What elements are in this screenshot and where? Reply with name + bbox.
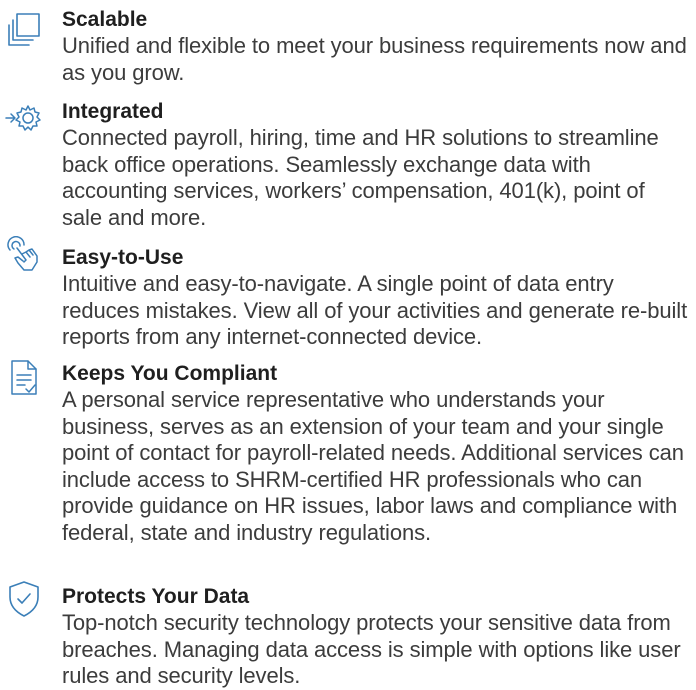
feature-title: Keeps You Compliant <box>62 362 278 385</box>
feature-description: Connected payroll, hiring, time and HR s… <box>62 125 659 230</box>
feature-title: Easy-to-Use <box>62 246 184 269</box>
feature-title: Integrated <box>62 100 164 123</box>
shield-check-icon <box>4 579 44 619</box>
document-check-icon <box>4 358 44 398</box>
scalable-icon <box>4 10 44 50</box>
feature-description: Unified and flexible to meet your busine… <box>62 33 687 85</box>
feature-title: Protects Your Data <box>62 585 250 608</box>
feature-description: Top-notch security technology protects y… <box>62 610 681 688</box>
feature-description: Intuitive and easy-to-navigate. A single… <box>62 271 688 349</box>
feature-description: A personal service representative who un… <box>62 387 684 545</box>
feature-title: Scalable <box>62 8 148 31</box>
pointer-hand-icon <box>4 236 44 276</box>
integration-gear-icon <box>4 98 44 138</box>
